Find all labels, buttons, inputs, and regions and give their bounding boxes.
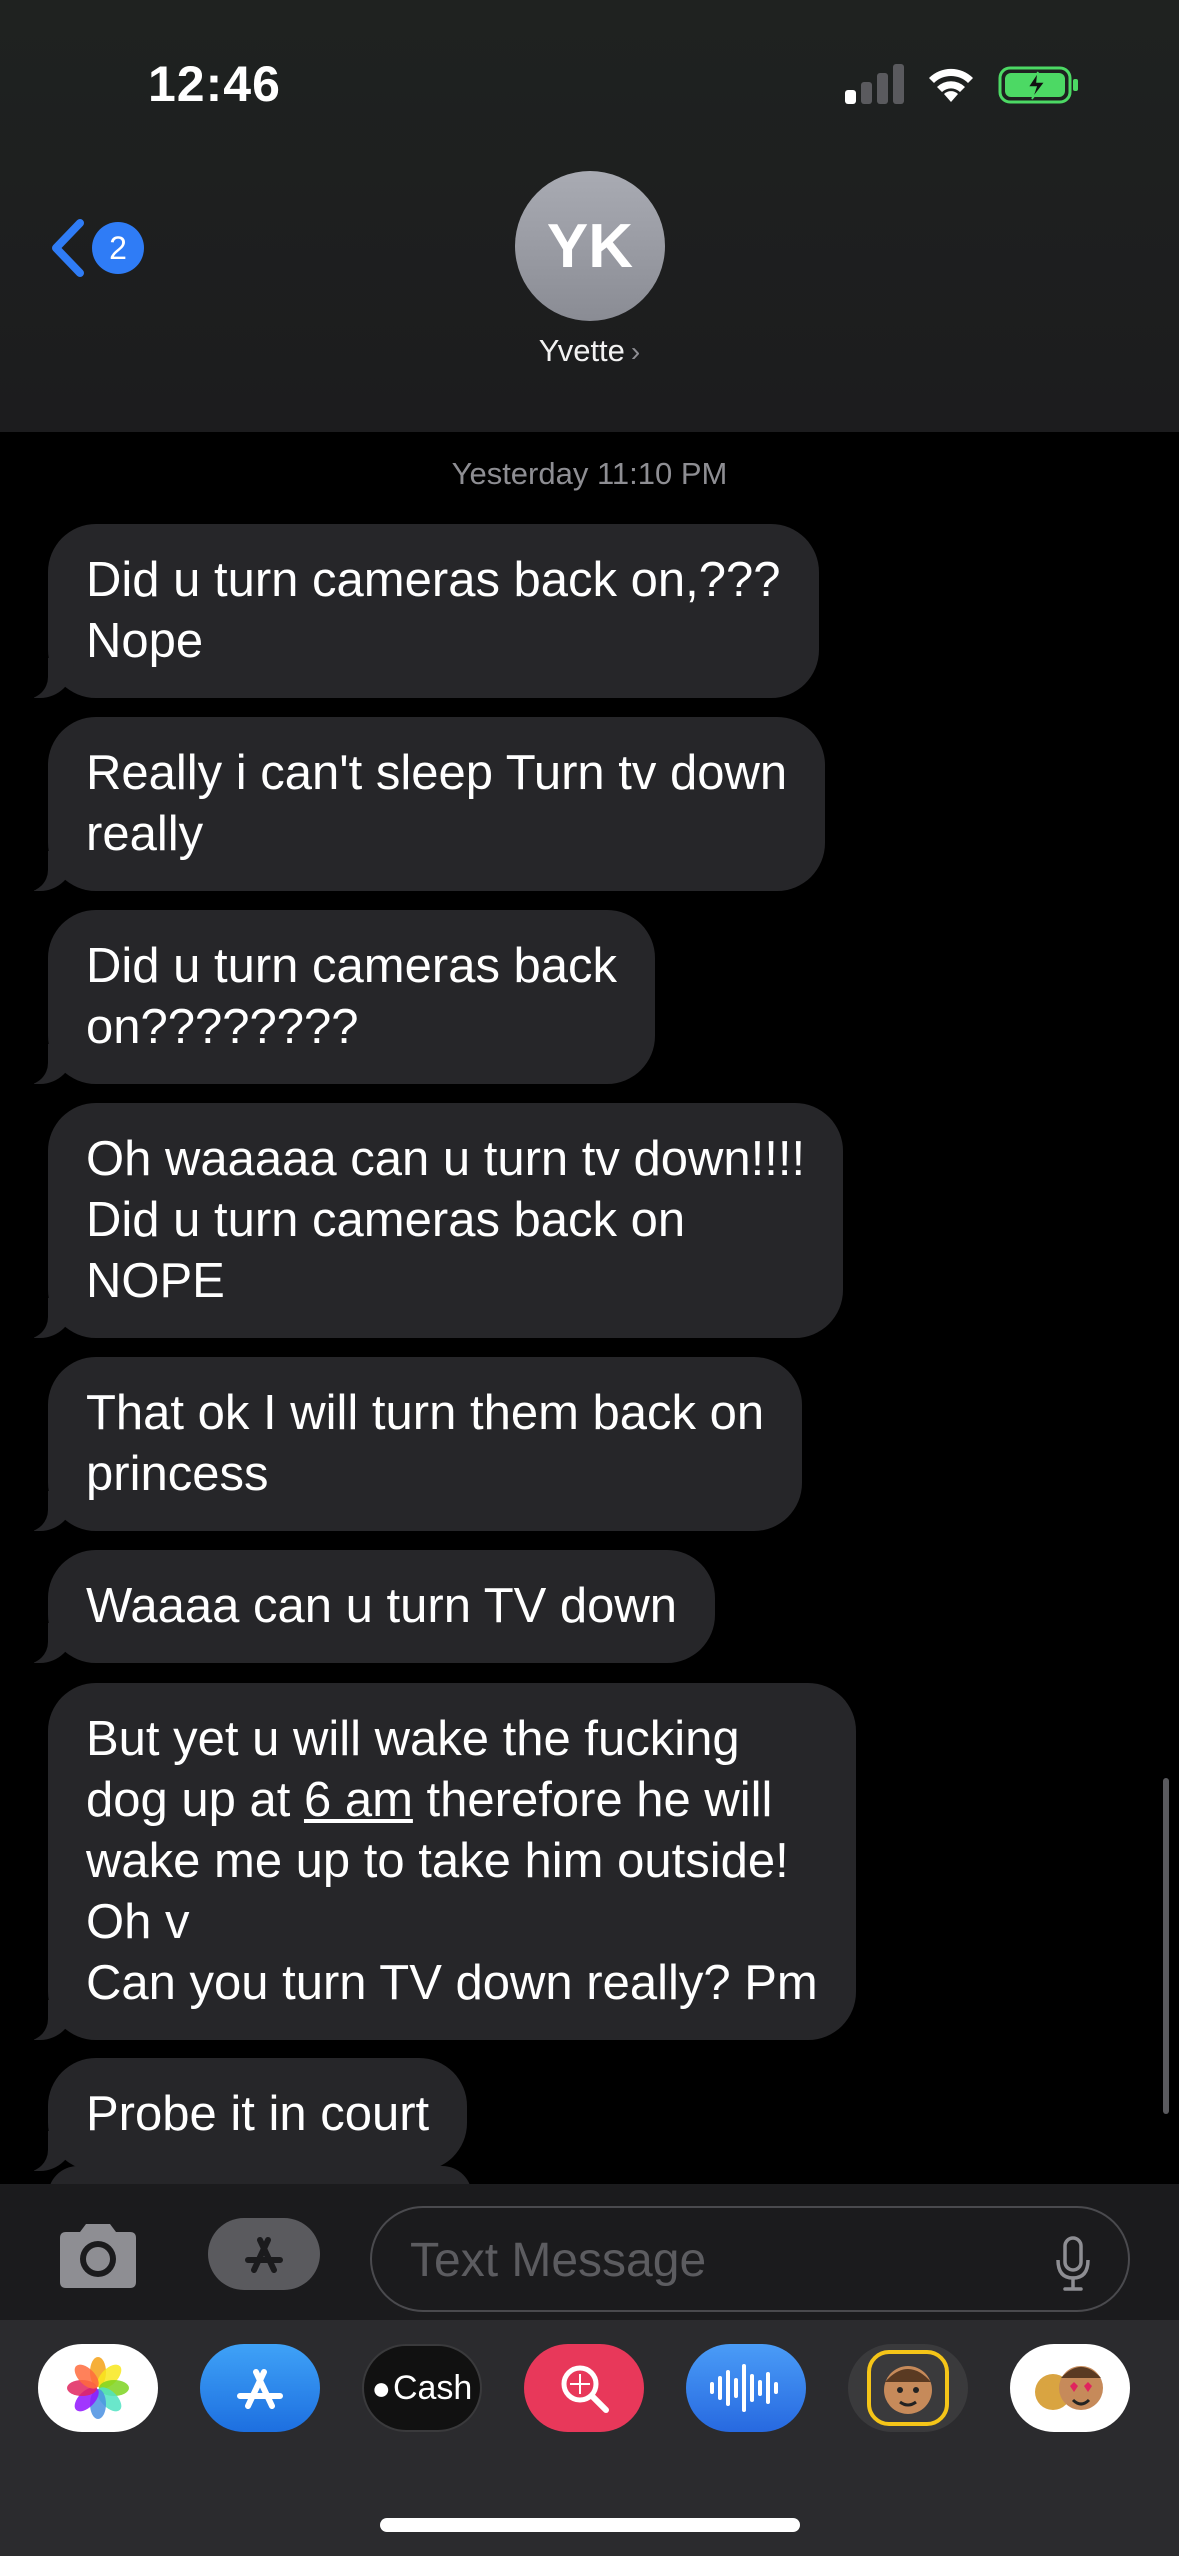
message-bubble[interactable]: That ok I will turn them back on princes… <box>21 1357 803 1532</box>
unread-count-badge: 2 <box>92 222 144 274</box>
battery-charging-icon <box>998 66 1078 104</box>
audio-message-icon <box>710 2364 778 2412</box>
apple-cash-label: Cash <box>392 2368 473 2407</box>
animoji-stickers-icon <box>1035 2366 1103 2410</box>
chevron-left-icon <box>52 219 84 277</box>
home-indicator[interactable] <box>380 2518 800 2532</box>
text-message-field[interactable] <box>370 2206 1130 2312</box>
chevron-right-icon: › <box>630 336 641 367</box>
camera-icon[interactable] <box>52 2220 144 2292</box>
app-store-icon <box>237 2369 283 2409</box>
memoji-icon <box>867 2350 949 2426</box>
contact-avatar[interactable]: YK <box>515 171 665 321</box>
photos-app-button[interactable] <box>38 2344 158 2432</box>
message-input-bar <box>0 2184 1179 2320</box>
scrollbar[interactable] <box>1163 1778 1169 2114</box>
message-bubble[interactable]: Waaaa can u turn TV down <box>21 1550 716 1664</box>
message-bubble[interactable]: Probe it in court <box>21 2058 468 2172</box>
app-store-button[interactable] <box>208 2218 320 2290</box>
animoji-stickers-button[interactable] <box>1010 2344 1130 2432</box>
cellular-signal-icon <box>845 64 904 104</box>
message-bubble[interactable]: Oh waaaaa can u turn tv down!!!! Did u t… <box>21 1103 844 1339</box>
conversation-header: 12:46 2 YK Yvette › <box>0 0 1179 432</box>
text-message-input[interactable] <box>410 2228 1010 2292</box>
image-search-button[interactable] <box>524 2344 644 2432</box>
back-button[interactable]: 2 <box>46 215 156 281</box>
message-timestamp: Yesterday 11:10 PM <box>451 456 728 491</box>
time-link[interactable]: 6 am <box>304 1773 413 1827</box>
message-bubble[interactable]: Did u turn cameras back on,??? Nope <box>22 524 819 699</box>
image-search-icon <box>561 2365 609 2413</box>
message-bubble[interactable]: Did u turn cameras back on???????? <box>21 910 656 1085</box>
photos-icon <box>67 2357 129 2419</box>
apple-cash-button[interactable]: ● Cash <box>362 2344 482 2432</box>
message-bubble[interactable]: Really i can't sleep Turn tv down really <box>21 717 826 892</box>
message-bubble[interactable]: But yet u will wake the fucking dog up a… <box>22 1683 856 2041</box>
app-store-icon <box>245 2237 283 2273</box>
microphone-icon[interactable] <box>1054 2236 1092 2292</box>
audio-message-button[interactable] <box>686 2344 806 2432</box>
contact-name-button[interactable]: Yvette › <box>0 333 1179 369</box>
apple-cash-icon: ● <box>371 2369 391 2406</box>
contact-name: Yvette <box>538 333 625 368</box>
app-store-app-button[interactable] <box>200 2344 320 2432</box>
memoji-button[interactable] <box>848 2344 968 2432</box>
status-time: 12:46 <box>148 56 281 112</box>
wifi-icon <box>929 68 973 102</box>
